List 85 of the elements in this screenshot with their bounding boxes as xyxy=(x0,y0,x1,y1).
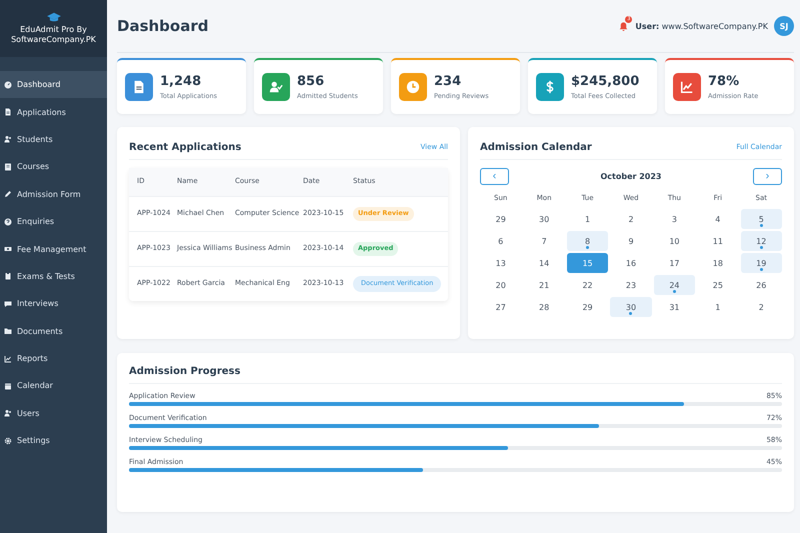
sidebar-item[interactable]: Dashboard xyxy=(0,71,107,98)
calendar-day[interactable]: 30 xyxy=(523,209,565,229)
sidebar-item[interactable]: Courses xyxy=(0,153,107,181)
stat-value: 1,248 xyxy=(160,74,202,89)
sidebar-item[interactable]: Reports xyxy=(0,344,107,372)
calendar-day[interactable]: 27 xyxy=(480,297,522,317)
calendar-day[interactable]: 21 xyxy=(523,275,565,295)
calendar-day[interactable]: 16 xyxy=(610,253,652,273)
event-dot xyxy=(672,290,676,293)
calendar-day[interactable]: 18 xyxy=(697,253,739,273)
stat-value: $245,800 xyxy=(571,74,640,89)
calendar-day[interactable]: 5 xyxy=(740,209,782,229)
user-label: User: www.SoftwareCompany.PK xyxy=(635,22,768,30)
calendar-day[interactable]: 1 xyxy=(566,209,608,229)
users-icon xyxy=(4,135,12,144)
notification-button[interactable] xyxy=(618,20,630,32)
calendar-day[interactable]: 23 xyxy=(610,275,652,295)
calendar-day[interactable]: 31 xyxy=(654,297,696,317)
calendar-day[interactable]: 4 xyxy=(697,209,739,229)
sidebar-item[interactable]: Admission Form xyxy=(0,180,107,208)
calendar-day[interactable]: 28 xyxy=(523,297,565,317)
calendar-day[interactable]: 13 xyxy=(480,253,522,273)
panel-title: Admission Progress xyxy=(129,366,240,376)
calendar-day[interactable]: 24 xyxy=(654,275,696,295)
stat-value: 78% xyxy=(708,74,740,89)
calendar-day[interactable]: 30 xyxy=(610,297,652,317)
sidebar-item[interactable]: Interviews xyxy=(0,290,107,318)
calendar-day[interactable]: 22 xyxy=(566,275,608,295)
gauge-icon xyxy=(4,80,12,89)
panel-title: Admission Calendar xyxy=(480,142,592,152)
calendar-day[interactable]: 8 xyxy=(566,231,608,251)
users-icon xyxy=(4,409,12,418)
calendar-day[interactable]: 26 xyxy=(740,275,782,295)
file-icon xyxy=(132,80,146,94)
clipboard-icon xyxy=(4,272,12,280)
chart-icon xyxy=(4,354,12,363)
sidebar-item[interactable]: Fee Management xyxy=(0,235,107,263)
calendar-day[interactable]: 2 xyxy=(610,209,652,229)
calendar-day[interactable]: 25 xyxy=(697,275,739,295)
calendar-day[interactable]: 29 xyxy=(566,297,608,317)
calendar-day[interactable]: 6 xyxy=(480,231,522,251)
sidebar-item[interactable]: Exams & Tests xyxy=(0,262,107,290)
calendar-day[interactable]: 20 xyxy=(480,275,522,295)
event-dot xyxy=(760,268,763,271)
calendar-day[interactable]: 10 xyxy=(654,231,696,251)
calendar-day[interactable]: 29 xyxy=(480,209,522,229)
sidebar-item[interactable]: Users xyxy=(0,400,107,428)
calendar-day[interactable]: 17 xyxy=(654,253,696,273)
event-dot xyxy=(586,246,590,249)
stat-value: 856 xyxy=(297,74,326,89)
clock-icon xyxy=(406,80,420,94)
book-icon xyxy=(4,162,12,171)
calendar-day[interactable]: 11 xyxy=(697,231,739,251)
calendar-day[interactable]: 9 xyxy=(610,231,652,251)
sidebar-item[interactable]: Settings xyxy=(0,427,107,454)
sidebar-item[interactable]: Calendar xyxy=(0,372,107,400)
event-dot xyxy=(629,312,632,315)
chart-icon xyxy=(680,80,694,94)
calendar-day[interactable]: 2 xyxy=(740,297,782,317)
calendar-day[interactable]: 12 xyxy=(740,231,782,251)
event-dot xyxy=(760,224,763,227)
chat-icon xyxy=(4,300,12,308)
sidebar-item[interactable]: Students xyxy=(0,126,107,154)
calendar-day[interactable]: 19 xyxy=(740,253,782,273)
brand-name: EduAdmit Pro By SoftwareCompany.PK xyxy=(10,25,97,45)
graduation-cap-icon xyxy=(46,12,60,23)
calendar-icon xyxy=(4,382,12,390)
settings-icon xyxy=(4,436,12,445)
sidebar-item[interactable]: Applications xyxy=(0,98,107,126)
sidebar-item[interactable]: Enquiries xyxy=(0,208,107,236)
stat-value: 234 xyxy=(434,74,462,89)
edit-icon xyxy=(4,190,12,198)
calendar-day[interactable]: 7 xyxy=(523,231,565,251)
sidebar-item[interactable]: Documents xyxy=(0,318,107,345)
folder-icon xyxy=(4,327,12,336)
month-label: October 2023 xyxy=(600,172,662,181)
file-icon xyxy=(4,108,12,116)
calendar-day[interactable]: 1 xyxy=(697,297,739,317)
page-title: Dashboard xyxy=(117,17,208,35)
question-icon xyxy=(4,218,12,226)
user-check-icon xyxy=(269,80,283,94)
event-dot xyxy=(760,246,763,249)
calendar-day[interactable]: 3 xyxy=(654,209,696,229)
panel-title: Recent Applications xyxy=(129,142,242,152)
calendar-day[interactable]: 14 xyxy=(523,253,565,273)
